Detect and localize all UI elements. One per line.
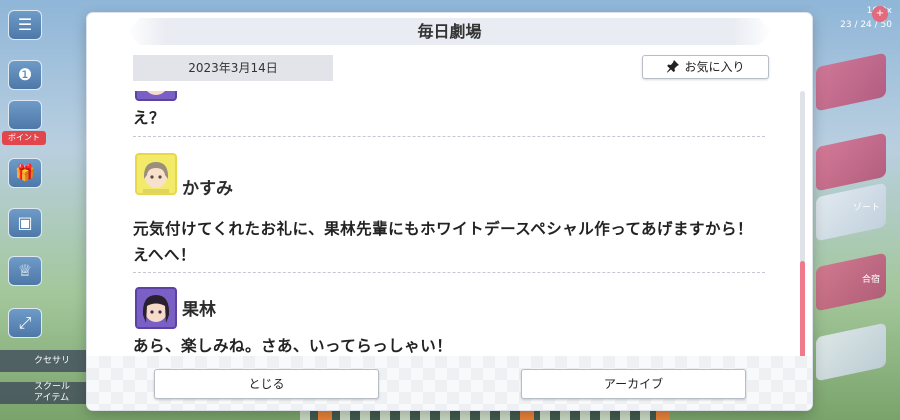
bg-label-camp: 合宿 [861, 275, 880, 285]
archive-button[interactable]: アーカイブ [521, 369, 746, 399]
message-text-line: 元気付けてくれたお礼に、果林先輩にもホワイトデースペシャル作ってあげますから！ [133, 220, 753, 238]
bg-tile [816, 52, 886, 112]
event-badge: ボイント [2, 131, 46, 145]
date-label: 2023年3月14日 [133, 55, 333, 81]
bg-tile [816, 132, 886, 192]
message-divider [133, 136, 765, 137]
favorite-button[interactable]: お気に入り [642, 55, 769, 79]
plus-icon[interactable]: + [872, 6, 888, 22]
karin-face-icon [142, 295, 170, 323]
gift-icon[interactable]: 🎁 [8, 158, 42, 188]
speaker-avatar-karin [135, 91, 177, 101]
expand-icon[interactable]: ⤢ [8, 308, 42, 338]
school-item-tag[interactable]: スクール アイテム [0, 382, 86, 404]
pin-icon [667, 60, 680, 73]
screen-icon[interactable]: ▣ [8, 208, 42, 238]
trophy-icon[interactable]: ♕ [8, 256, 42, 286]
favorite-label: お気に入り [684, 60, 745, 74]
close-button[interactable]: とじる [154, 369, 379, 399]
accessory-tag[interactable]: クセサリ [0, 350, 86, 372]
chat-bubble-icon[interactable]: ❶ [8, 60, 42, 90]
bg-label-resort: ゾート [852, 203, 880, 213]
bg-tile [816, 322, 886, 382]
kasumi-face-icon [143, 162, 169, 193]
message-text-line: えへへ！ [133, 246, 196, 264]
speaker-name: かすみ [182, 179, 233, 199]
event-button[interactable] [8, 100, 42, 130]
message-text: え？ [133, 109, 166, 127]
message-divider [133, 272, 765, 273]
chat-log[interactable]: え？ かすみ 元気付けてくれたお礼に、果林先輩にもホワイトデースペシャル作ってあ… [133, 91, 791, 361]
daily-theater-dialog: 毎日劇場 2023年3月14日 お気に入り え？ かすみ 元気付けてくれたお礼に… [87, 13, 812, 410]
speaker-avatar-kasumi [135, 153, 177, 195]
chat-scrollbar-thumb[interactable] [800, 261, 805, 361]
speaker-name: 果林 [182, 300, 216, 320]
chat-scrollbar[interactable] [800, 91, 805, 361]
karin-face-icon [147, 91, 165, 95]
menu-icon[interactable]: ☰ [8, 10, 42, 40]
dialog-title: 毎日劇場 [417, 22, 482, 41]
speaker-avatar-karin [135, 287, 177, 329]
